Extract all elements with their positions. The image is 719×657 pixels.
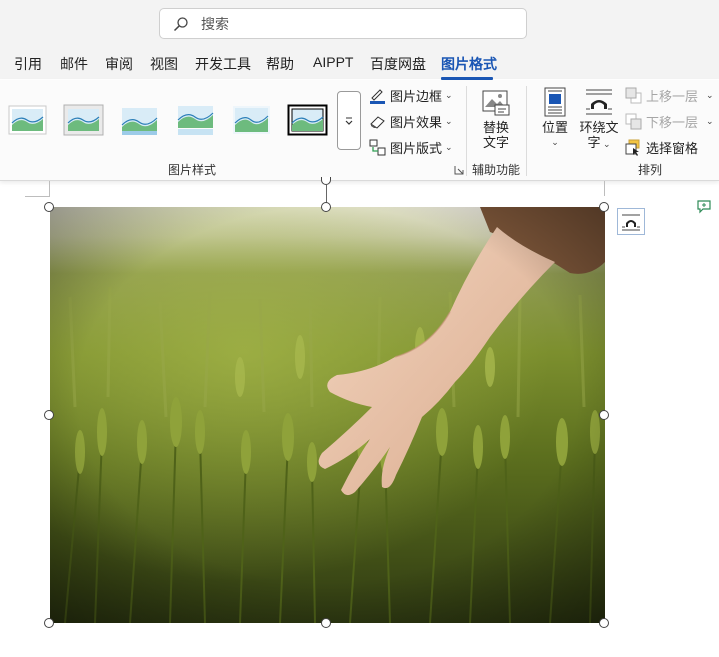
chevron-down-icon: ⌄ xyxy=(706,116,714,126)
resize-handle-right[interactable] xyxy=(599,410,609,420)
picture-style-thumb-1[interactable] xyxy=(7,103,48,137)
picture-style-thumb-3[interactable] xyxy=(119,103,160,137)
picture-styles-more-button[interactable] xyxy=(337,91,361,150)
new-comment-icon[interactable] xyxy=(696,198,712,214)
wrap-text-button[interactable]: 环绕文 字 ⌄ xyxy=(578,87,620,152)
selection-pane-label: 选择窗格 xyxy=(646,141,699,156)
picture-effects-label: 图片效果 xyxy=(390,115,443,130)
picture-style-thumb-6[interactable] xyxy=(287,103,328,137)
send-backward-icon xyxy=(625,113,642,130)
position-icon xyxy=(544,87,566,117)
resize-handle-bottom-right[interactable] xyxy=(599,618,609,628)
picture-layout-label: 图片版式 xyxy=(390,141,443,156)
layout-options-button[interactable] xyxy=(617,208,645,235)
resize-handle-bottom[interactable] xyxy=(321,618,331,628)
picture-effects-button[interactable]: 图片效果 ⌄ xyxy=(369,112,453,131)
layout-options-icon xyxy=(622,214,640,230)
tab-mailings[interactable]: 邮件 xyxy=(60,54,88,74)
pencil-icon xyxy=(370,89,385,104)
arrange-group-label: 排列 xyxy=(638,163,663,177)
tab-view[interactable]: 视图 xyxy=(150,54,178,74)
picture-style-thumb-5[interactable] xyxy=(231,103,272,137)
picture-style-thumb-2[interactable] xyxy=(63,103,104,137)
resize-handle-bottom-left[interactable] xyxy=(44,618,54,628)
rotation-handle[interactable] xyxy=(321,177,331,185)
tab-baidu-netdisk[interactable]: 百度网盘 xyxy=(370,54,426,74)
chevron-down-icon: ⌄ xyxy=(445,142,453,152)
bring-forward-label: 上移一层 xyxy=(646,89,699,104)
alt-text-button[interactable]: 替换 文字 xyxy=(478,89,514,150)
alt-text-label-line1: 替换 xyxy=(482,120,509,135)
group-divider xyxy=(526,86,527,176)
picture-layout-button[interactable]: 图片版式 ⌄ xyxy=(369,138,453,157)
selection-pane-button[interactable]: 选择窗格 xyxy=(625,138,698,157)
chevron-down-icon: ⌄ xyxy=(706,90,714,100)
send-backward-button[interactable]: 下移一层 ⌄ xyxy=(625,112,714,131)
dialog-launcher-icon[interactable] xyxy=(454,165,464,175)
wrap-text-label-line2: 字 ⌄ xyxy=(587,135,611,150)
position-label: 位置 xyxy=(541,120,568,135)
chevron-down-icon: ⌄ xyxy=(445,90,453,100)
ribbon: 图片边框 ⌄ 图片效果 ⌄ 图片版式 ⌄ 图片样式 替换 文字 辅助功能 位置 … xyxy=(0,80,719,181)
search-placeholder: 搜索 xyxy=(201,15,229,32)
ribbon-tabs: 引用 邮件 审阅 视图 开发工具 帮助 AIPPT 百度网盘 图片格式 xyxy=(0,46,719,79)
selection-pane-icon xyxy=(625,139,640,156)
search-box[interactable]: 搜索 xyxy=(159,8,527,39)
resize-handle-top-right[interactable] xyxy=(599,202,609,212)
alt-text-icon xyxy=(482,90,510,116)
picture-style-thumb-4[interactable] xyxy=(175,103,216,137)
position-button[interactable]: 位置 ⌄ xyxy=(538,87,572,150)
bring-forward-button[interactable]: 上移一层 ⌄ xyxy=(625,86,714,105)
group-divider xyxy=(466,86,467,176)
tab-aippt[interactable]: AIPPT xyxy=(313,54,353,70)
wrap-text-label-line1: 环绕文 xyxy=(579,120,619,135)
tab-help[interactable]: 帮助 xyxy=(266,54,294,74)
tab-references[interactable]: 引用 xyxy=(14,54,42,74)
bring-forward-icon xyxy=(625,87,642,104)
chevron-down-icon xyxy=(345,117,353,125)
chevron-down-icon: ⌄ xyxy=(445,116,453,126)
picture-layout-icon xyxy=(369,139,386,156)
tab-developer[interactable]: 开发工具 xyxy=(195,54,251,74)
resize-handle-top-left[interactable] xyxy=(44,202,54,212)
picture-border-label: 图片边框 xyxy=(390,89,443,104)
page-margin-guide xyxy=(49,181,50,196)
alt-text-label-line2: 文字 xyxy=(482,135,509,150)
page-margin-guide xyxy=(25,196,50,197)
accessibility-group-label: 辅助功能 xyxy=(472,163,521,177)
tab-picture-format[interactable]: 图片格式 xyxy=(441,54,497,74)
chevron-down-icon: ⌄ xyxy=(551,137,559,147)
selected-picture[interactable] xyxy=(50,207,605,623)
picture-styles-group-label: 图片样式 xyxy=(168,163,217,177)
eraser-icon xyxy=(370,116,385,129)
resize-handle-top[interactable] xyxy=(321,202,331,212)
resize-handle-left[interactable] xyxy=(44,410,54,420)
wrap-text-icon xyxy=(586,89,612,115)
page-margin-guide xyxy=(604,181,605,196)
tab-review[interactable]: 审阅 xyxy=(105,54,133,74)
picture-border-button[interactable]: 图片边框 ⌄ xyxy=(369,86,453,105)
wheat-field-photo xyxy=(50,207,605,623)
send-backward-label: 下移一层 xyxy=(646,115,699,130)
title-bar: 搜索 xyxy=(0,0,719,46)
search-icon xyxy=(173,16,188,31)
